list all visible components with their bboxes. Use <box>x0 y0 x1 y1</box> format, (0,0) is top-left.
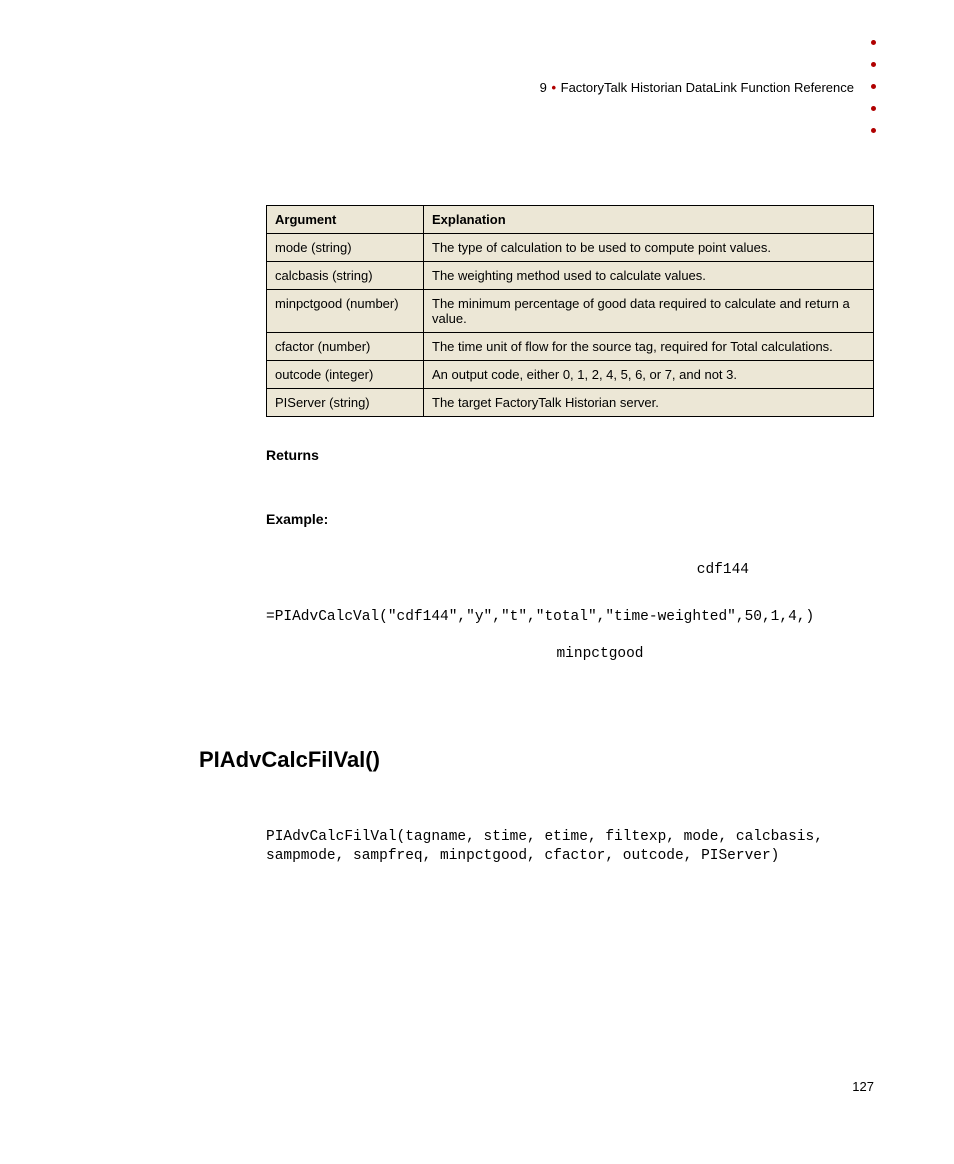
table-row: minpctgood (number) The minimum percenta… <box>267 290 874 333</box>
exp-cell: The type of calculation to be used to co… <box>424 234 874 262</box>
exp-cell: The target FactoryTalk Historian server. <box>424 389 874 417</box>
col-header-argument: Argument <box>267 206 424 234</box>
dot-icon <box>871 84 876 89</box>
arg-cell: PIServer (string) <box>267 389 424 417</box>
function-heading: PIAdvCalcFilVal() <box>199 747 874 773</box>
dot-icon <box>871 106 876 111</box>
decorative-dots <box>871 40 876 133</box>
table-row: mode (string) The type of calculation to… <box>267 234 874 262</box>
table-row: PIServer (string) The target FactoryTalk… <box>267 389 874 417</box>
chapter-number: 9 <box>540 80 547 95</box>
exp-cell: The time unit of flow for the source tag… <box>424 333 874 361</box>
page: 9 • FactoryTalk Historian DataLink Funct… <box>0 0 954 1164</box>
exp-cell: An output code, either 0, 1, 2, 4, 5, 6,… <box>424 361 874 389</box>
page-number: 127 <box>852 1079 874 1094</box>
arg-cell: minpctgood (number) <box>267 290 424 333</box>
example-heading: Example: <box>266 511 874 527</box>
example-code-block: =PIAdvCalcVal("cdf144","y","t","total","… <box>266 608 874 628</box>
arg-cell: mode (string) <box>267 234 424 262</box>
dot-icon <box>871 62 876 67</box>
arg-cell: cfactor (number) <box>267 333 424 361</box>
exp-cell: The minimum percentage of good data requ… <box>424 290 874 333</box>
table-row: outcode (integer) An output code, either… <box>267 361 874 389</box>
table-row: cfactor (number) The time unit of flow f… <box>267 333 874 361</box>
bullet-separator-icon: • <box>550 80 557 95</box>
exp-cell: The weighting method used to calculate v… <box>424 262 874 290</box>
col-header-explanation: Explanation <box>424 206 874 234</box>
arg-cell: outcode (integer) <box>267 361 424 389</box>
function-signature: PIAdvCalcFilVal(tagname, stime, etime, f… <box>266 828 874 867</box>
arguments-table: Argument Explanation mode (string) The t… <box>266 205 874 417</box>
arg-cell: calcbasis (string) <box>267 262 424 290</box>
example-inline-tag: cdf144 <box>266 562 874 578</box>
dot-icon <box>871 128 876 133</box>
returns-heading: Returns <box>266 447 874 463</box>
chapter-title: FactoryTalk Historian DataLink Function … <box>561 80 854 95</box>
table-row: calcbasis (string) The weighting method … <box>267 262 874 290</box>
example-inline-param: minpctgood <box>266 646 874 662</box>
content-area: Argument Explanation mode (string) The t… <box>266 205 874 867</box>
table-header-row: Argument Explanation <box>267 206 874 234</box>
running-header: 9 • FactoryTalk Historian DataLink Funct… <box>540 80 854 95</box>
dot-icon <box>871 40 876 45</box>
